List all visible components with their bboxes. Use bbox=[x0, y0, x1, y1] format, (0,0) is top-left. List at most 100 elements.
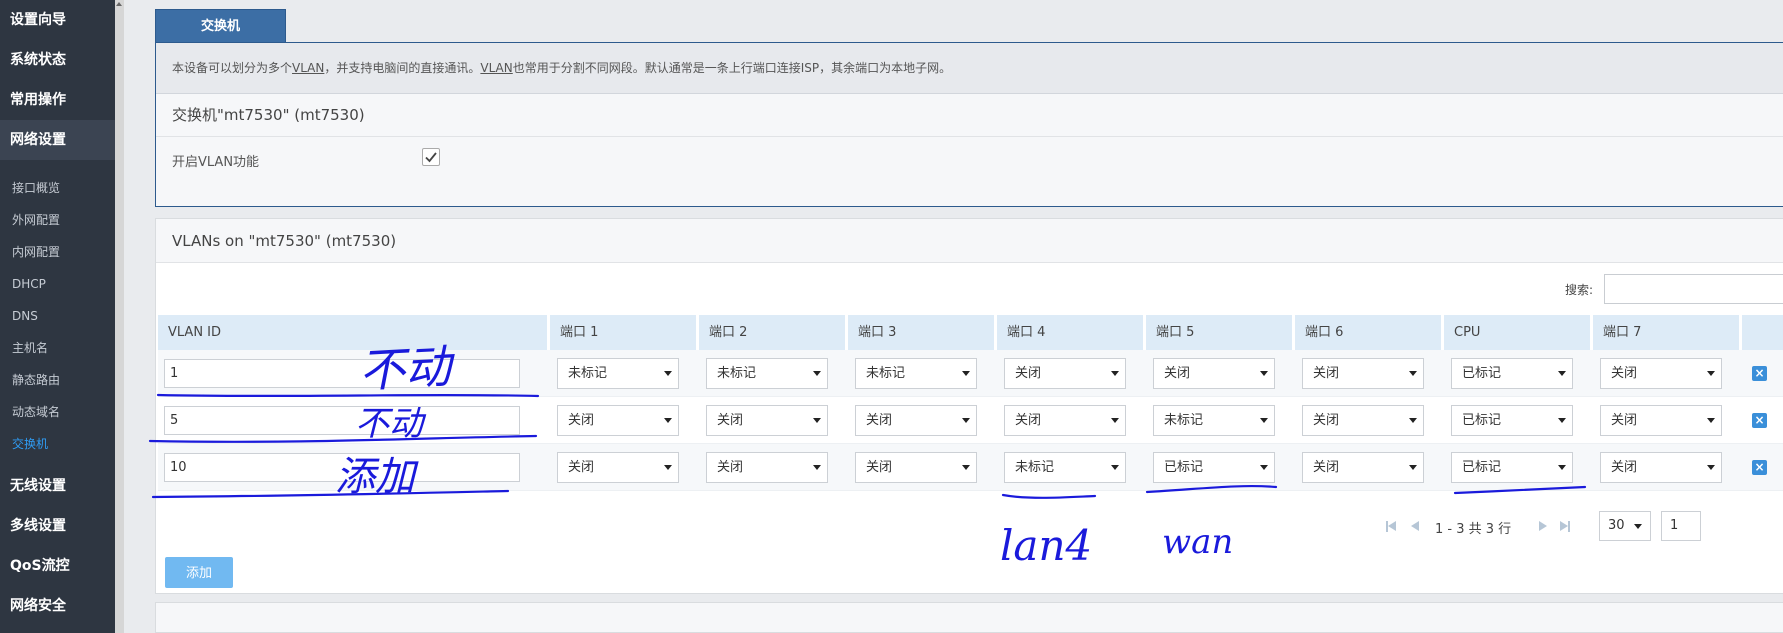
chevron-down-icon bbox=[664, 417, 672, 423]
port-6-mode-select[interactable]: 关闭 bbox=[1302, 357, 1424, 389]
table-row: 关闭 关闭 关闭 未标记 已标记 关闭 已标记 关闭 × bbox=[158, 444, 1783, 491]
port-2-cell: 未标记 bbox=[699, 357, 848, 389]
sidebar-item-setup-wizard[interactable]: 设置向导 bbox=[0, 0, 124, 40]
chevron-down-icon bbox=[1707, 370, 1715, 376]
port-6-mode-select[interactable]: 关闭 bbox=[1302, 404, 1424, 436]
search-input[interactable] bbox=[1604, 274, 1783, 304]
chevron-down-icon bbox=[813, 464, 821, 470]
cpu-mode-select[interactable]: 已标记 bbox=[1451, 451, 1573, 483]
sidebar-subitem-switch[interactable]: 交换机 bbox=[0, 428, 124, 460]
port-7-cell: 关闭 bbox=[1593, 404, 1742, 436]
port-6-mode-select[interactable]: 关闭 bbox=[1302, 451, 1424, 483]
sidebar-subitem-dhcp[interactable]: DHCP bbox=[0, 268, 124, 300]
page-number-input[interactable]: 1 bbox=[1661, 511, 1701, 541]
port-mode-value: 关闭 bbox=[1611, 412, 1638, 428]
port-mode-value: 未标记 bbox=[1164, 412, 1204, 428]
column-header-port-4: 端口 4 bbox=[997, 315, 1146, 350]
port-3-mode-select[interactable]: 关闭 bbox=[855, 451, 977, 483]
vlan-id-input[interactable] bbox=[164, 452, 520, 482]
port-4-mode-select[interactable]: 关闭 bbox=[1004, 357, 1126, 389]
sidebar-subitem-dns[interactable]: DNS bbox=[0, 300, 124, 332]
cpu-cell: 已标记 bbox=[1444, 404, 1593, 436]
port-4-mode-select[interactable]: 未标记 bbox=[1004, 451, 1126, 483]
switch-section-title: 交换机"mt7530" (mt7530) bbox=[156, 94, 1783, 137]
port-3-mode-select[interactable]: 关闭 bbox=[855, 404, 977, 436]
chevron-down-icon bbox=[1409, 370, 1417, 376]
port-1-cell: 关闭 bbox=[550, 404, 699, 436]
chevron-down-icon bbox=[962, 464, 970, 470]
table-row: 关闭 关闭 关闭 关闭 未标记 关闭 已标记 关闭 × bbox=[158, 397, 1783, 444]
chevron-down-icon bbox=[664, 464, 672, 470]
chevron-down-icon bbox=[813, 417, 821, 423]
port-1-mode-select[interactable]: 关闭 bbox=[557, 451, 679, 483]
page-size-select[interactable]: 30 bbox=[1599, 511, 1651, 541]
vlan-id-input[interactable] bbox=[164, 405, 520, 435]
sidebar-subitem-lan[interactable]: 内网配置 bbox=[0, 236, 124, 268]
add-vlan-button[interactable]: 添加 bbox=[165, 557, 233, 588]
port-2-mode-select[interactable]: 关闭 bbox=[706, 404, 828, 436]
port-7-mode-select[interactable]: 关闭 bbox=[1600, 451, 1722, 483]
port-mode-value: 关闭 bbox=[1164, 365, 1191, 381]
port-mode-value: 关闭 bbox=[1313, 365, 1340, 381]
scroll-up-icon[interactable] bbox=[116, 2, 122, 6]
switch-settings-card: 本设备可以划分为多个VLAN，并支持电脑间的直接通讯。VLAN也常用于分割不同网… bbox=[155, 42, 1783, 207]
cpu-mode-select[interactable]: 已标记 bbox=[1451, 404, 1573, 436]
port-mode-value: 关闭 bbox=[568, 459, 595, 475]
port-3-mode-select[interactable]: 未标记 bbox=[855, 357, 977, 389]
port-mode-value: 已标记 bbox=[1462, 459, 1502, 475]
delete-row-icon[interactable]: × bbox=[1752, 460, 1767, 475]
sidebar-item-security[interactable]: 网络安全 bbox=[0, 586, 124, 626]
sidebar-subitem-interfaces[interactable]: 接口概览 bbox=[0, 172, 124, 204]
sidebar-item-common-operations[interactable]: 常用操作 bbox=[0, 80, 124, 120]
column-header-vlan-id: VLAN ID bbox=[158, 315, 550, 350]
port-6-cell: 关闭 bbox=[1295, 357, 1444, 389]
column-header-port-6: 端口 6 bbox=[1295, 315, 1444, 350]
sidebar-item-system-status[interactable]: 系统状态 bbox=[0, 40, 124, 80]
port-mode-value: 关闭 bbox=[1015, 412, 1042, 428]
cpu-mode-select[interactable]: 已标记 bbox=[1451, 357, 1573, 389]
sidebar-subitem-hostname[interactable]: 主机名 bbox=[0, 332, 124, 364]
sidebar-item-qos[interactable]: QoS流控 bbox=[0, 546, 124, 586]
column-header-port-2: 端口 2 bbox=[699, 315, 848, 350]
chevron-down-icon bbox=[1634, 524, 1642, 529]
delete-row-icon[interactable]: × bbox=[1752, 413, 1767, 428]
column-header-port-3: 端口 3 bbox=[848, 315, 997, 350]
sidebar-subitem-ddns[interactable]: 动态域名 bbox=[0, 396, 124, 428]
port-5-mode-select[interactable]: 已标记 bbox=[1153, 451, 1275, 483]
port-5-cell: 未标记 bbox=[1146, 404, 1295, 436]
port-1-mode-select[interactable]: 关闭 bbox=[557, 404, 679, 436]
prev-page-icon[interactable] bbox=[1411, 521, 1419, 531]
sidebar: 设置向导 系统状态 常用操作 网络设置 接口概览 外网配置 内网配置 DHCP … bbox=[0, 0, 124, 633]
port-mode-value: 关闭 bbox=[866, 412, 893, 428]
sidebar-subitem-static-routes[interactable]: 静态路由 bbox=[0, 364, 124, 396]
vlan-id-input[interactable] bbox=[164, 358, 520, 388]
sidebar-item-multiwan[interactable]: 多线设置 bbox=[0, 506, 124, 546]
enable-vlan-checkbox[interactable] bbox=[422, 148, 440, 166]
port-mode-value: 已标记 bbox=[1462, 365, 1502, 381]
table-row: 未标记 未标记 未标记 关闭 关闭 关闭 已标记 关闭 × bbox=[158, 350, 1783, 397]
port-5-mode-select[interactable]: 关闭 bbox=[1153, 357, 1275, 389]
description-part-3: 也常用于分割不同网段。默认通常是一条上行端口连接ISP，其余端口为本地子网。 bbox=[512, 61, 952, 75]
column-header-cpu: CPU bbox=[1444, 315, 1593, 350]
chevron-down-icon bbox=[1409, 417, 1417, 423]
pagination-info: 1 - 3 共 3 行 bbox=[1435, 522, 1512, 537]
port-2-cell: 关闭 bbox=[699, 404, 848, 436]
chevron-down-icon bbox=[1260, 417, 1268, 423]
sidebar-item-wireless[interactable]: 无线设置 bbox=[0, 466, 124, 506]
port-7-mode-select[interactable]: 关闭 bbox=[1600, 357, 1722, 389]
port-mode-value: 关闭 bbox=[717, 412, 744, 428]
port-5-mode-select[interactable]: 未标记 bbox=[1153, 404, 1275, 436]
tab-switch[interactable]: 交换机 bbox=[155, 9, 286, 43]
chevron-down-icon bbox=[664, 370, 672, 376]
port-1-mode-select[interactable]: 未标记 bbox=[557, 357, 679, 389]
sidebar-subitem-wan[interactable]: 外网配置 bbox=[0, 204, 124, 236]
port-2-mode-select[interactable]: 关闭 bbox=[706, 451, 828, 483]
sidebar-scrollbar[interactable] bbox=[115, 0, 124, 633]
sidebar-item-network-settings[interactable]: 网络设置 bbox=[0, 120, 124, 160]
delete-row-icon[interactable]: × bbox=[1752, 366, 1767, 381]
port-4-mode-select[interactable]: 关闭 bbox=[1004, 404, 1126, 436]
port-2-mode-select[interactable]: 未标记 bbox=[706, 357, 828, 389]
port-mode-value: 未标记 bbox=[568, 365, 608, 381]
port-7-mode-select[interactable]: 关闭 bbox=[1600, 404, 1722, 436]
next-page-icon[interactable] bbox=[1539, 521, 1547, 531]
